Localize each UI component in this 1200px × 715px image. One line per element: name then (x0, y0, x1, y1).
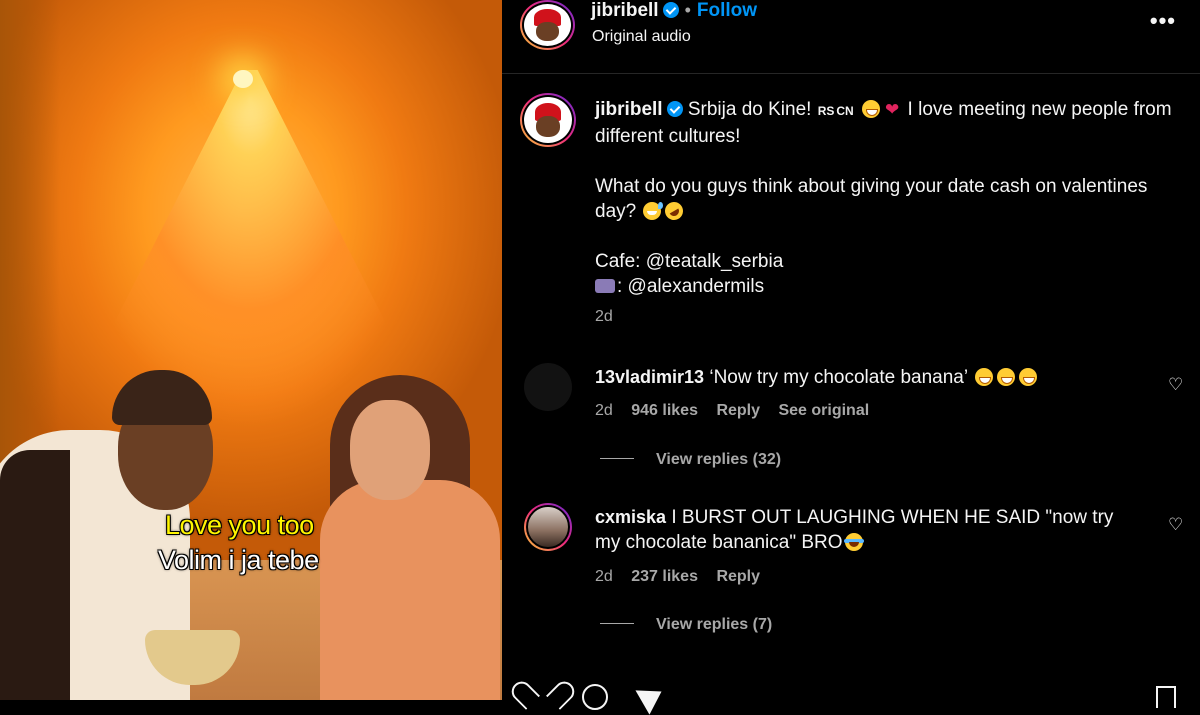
view-replies-button[interactable]: View replies (32) (600, 451, 781, 469)
comment-text-line: 13vladimir13 ‘Now try my chocolate banan… (595, 365, 1135, 390)
share-icon[interactable] (638, 682, 668, 708)
rofl-emoji-icon (662, 198, 687, 224)
grin-emoji-icon (862, 100, 881, 118)
view-replies-label: View replies (7) (656, 616, 773, 633)
verified-icon (666, 101, 683, 117)
video-subtitle-english: Love you too (165, 510, 314, 540)
caption-cafe-credit[interactable]: Cafe: @teatalk_serbia (595, 249, 1180, 274)
caption-paragraph-2: What do you guys think about giving your… (595, 174, 1180, 224)
comment-text-line: cxmiska I BURST OUT LAUGHING WHEN HE SAI… (595, 505, 1135, 555)
comment-time[interactable]: 2d (595, 568, 613, 585)
caption-text-intro: Srbija do Kine! (687, 99, 812, 120)
author-username[interactable]: jibribell (591, 0, 659, 21)
post-caption: jibribell Srbija do Kine! RS CN ❤ I love … (595, 97, 1180, 299)
view-replies-label: View replies (32) (656, 451, 782, 468)
audio-link[interactable]: Original audio (592, 28, 691, 46)
post-side-panel: jibribell • Follow Original audio ••• jibr… (502, 0, 1200, 710)
commenter-avatar[interactable] (524, 363, 572, 411)
reply-button[interactable]: Reply (716, 402, 760, 419)
heart-emoji-icon: ❤ (885, 100, 900, 119)
verified-icon (662, 2, 679, 18)
reply-button[interactable]: Reply (716, 568, 760, 585)
commenter-username[interactable]: cxmiska (595, 507, 666, 527)
post-action-bar (502, 682, 1200, 710)
grin-emoji-icon (974, 368, 993, 386)
camera-emoji-icon (595, 279, 615, 293)
post-viewer: Love you too Volim i ja tebe jibribell • F… (0, 0, 1200, 710)
man-vest (0, 450, 70, 700)
separator-dot: • (684, 0, 691, 20)
replies-divider (600, 458, 634, 459)
save-icon[interactable] (1152, 682, 1182, 708)
caption-username[interactable]: jibribell (595, 99, 663, 120)
view-replies-button[interactable]: View replies (7) (600, 616, 772, 634)
grin-emoji-icon (996, 368, 1015, 386)
flag-rs: RS (817, 104, 835, 118)
caption-paragraph-1: jibribell Srbija do Kine! RS CN ❤ I love … (595, 97, 1180, 149)
commenter-avatar[interactable] (524, 503, 572, 551)
video-subtitle-serbian: Volim i ja tebe (158, 545, 319, 575)
comment-time[interactable]: 2d (595, 402, 613, 419)
caption-timestamp[interactable]: 2d (595, 308, 613, 326)
lamp (233, 70, 253, 88)
woman-face (350, 400, 430, 500)
caption-author-avatar[interactable] (520, 93, 576, 147)
heart-icon[interactable]: ♡ (1168, 515, 1184, 534)
see-original-button[interactable]: See original (778, 402, 869, 419)
comment-icon[interactable] (582, 682, 612, 710)
caption-camera-credit-line: : @alexandermils (595, 274, 1180, 299)
like-heart-icon[interactable] (526, 682, 556, 708)
comment-likes[interactable]: 237 likes (631, 568, 698, 585)
comment-meta: 2d 946 likes Reply See original (595, 402, 883, 420)
grin-emoji-icon (1018, 368, 1037, 386)
author-avatar[interactable] (520, 0, 575, 50)
more-icon[interactable]: ••• (1150, 8, 1176, 34)
caption-camera-credit[interactable]: : @alexandermils (617, 276, 764, 297)
author-line: jibribell • Follow (591, 0, 757, 22)
flag-cn: CN (836, 104, 854, 118)
post-header: jibribell • Follow Original audio ••• (502, 0, 1200, 74)
replies-divider (600, 623, 634, 624)
comment-body: ‘Now try my chocolate banana’ (709, 367, 968, 388)
commenter-username[interactable]: 13vladimir13 (595, 367, 704, 387)
sweat-smile-emoji-icon (643, 202, 664, 220)
video-player[interactable]: Love you too Volim i ja tebe (0, 0, 502, 700)
heart-icon[interactable]: ♡ (1168, 375, 1184, 394)
comment-meta: 2d 237 likes Reply (595, 568, 774, 586)
follow-button[interactable]: Follow (697, 0, 757, 21)
comment-likes[interactable]: 946 likes (631, 402, 698, 419)
crying-laughing-emoji-icon (843, 533, 864, 551)
